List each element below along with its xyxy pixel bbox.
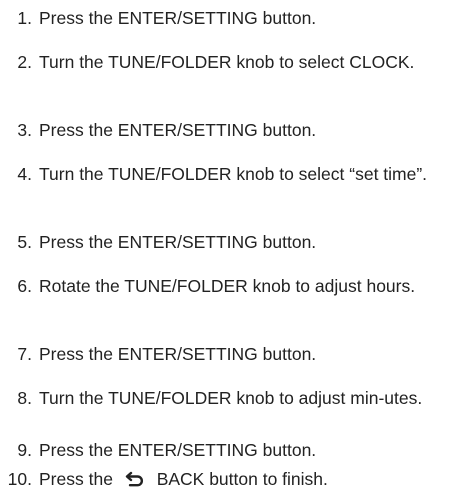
step-number: 7. <box>17 344 32 364</box>
step-text-after: BACK button to finish. <box>156 469 328 489</box>
step-number: 4. <box>17 164 32 184</box>
step-text: Press the ENTER/SETTING button. <box>39 120 317 140</box>
step-number: 6. <box>17 276 32 296</box>
step-number: 1. <box>17 8 32 28</box>
step-text: Rotate the TUNE/FOLDER knob to adjust ho… <box>39 276 416 296</box>
step-number: 3. <box>17 120 32 140</box>
step-text: Press the ENTER/SETTING button. <box>39 8 317 28</box>
step-number: 8. <box>17 388 32 408</box>
step-text: Press the ENTER/SETTING button. <box>39 232 317 252</box>
back-arrow-icon <box>124 469 146 493</box>
instruction-list: 1. Press the ENTER/SETTING button. 2. Tu… <box>0 0 473 495</box>
step-text: Press the ENTER/SETTING button. <box>39 344 317 364</box>
step-text: Turn the TUNE/FOLDER knob to select CLOC… <box>39 52 415 72</box>
step-text: Press the ENTER/SETTING button. <box>39 440 317 460</box>
step-text: Press the BACK button to finish. <box>39 467 469 493</box>
step-text-before: Press the <box>39 469 113 489</box>
step-number: 2. <box>17 52 32 72</box>
step-text: Turn the TUNE/FOLDER knob to select “set… <box>39 164 428 184</box>
step-number: 10. <box>7 469 32 489</box>
step-number: 5. <box>17 232 32 252</box>
step-text: Turn the TUNE/FOLDER knob to adjust min-… <box>39 388 423 408</box>
step-number: 9. <box>17 440 32 460</box>
